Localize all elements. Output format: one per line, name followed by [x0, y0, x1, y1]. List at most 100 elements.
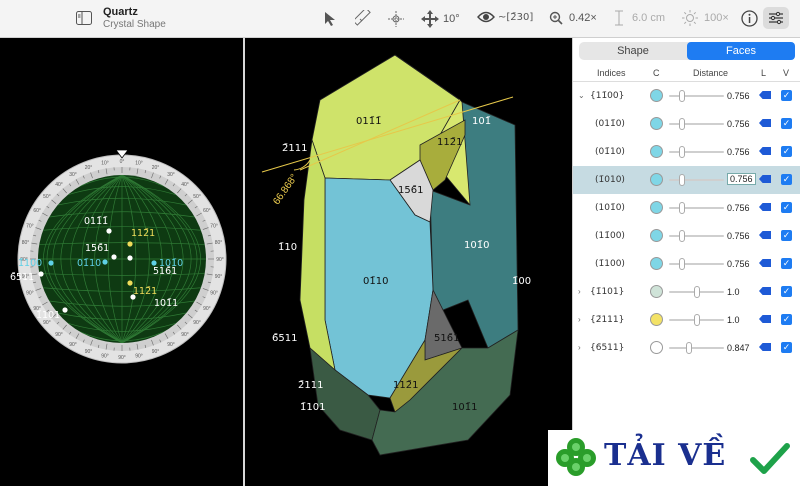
inspector-toggle-icon[interactable]	[763, 7, 789, 29]
distance-value[interactable]: 0.756	[727, 147, 750, 157]
distance-slider-knob[interactable]	[694, 286, 700, 298]
label-tag-icon[interactable]	[759, 175, 771, 183]
visible-checkbox[interactable]: ✓	[781, 314, 792, 325]
zoom-control[interactable]: 0.42×	[549, 11, 597, 25]
face-row[interactable]: › {1̄101} 1.0 ✓	[573, 278, 800, 306]
tab-shape[interactable]: Shape	[579, 42, 687, 60]
ruler-icon[interactable]	[355, 10, 371, 26]
distance-value[interactable]: 0.756	[727, 231, 750, 241]
distance-slider-knob[interactable]	[679, 118, 685, 130]
face-color-swatch[interactable]	[650, 145, 663, 158]
label-tag-icon[interactable]	[759, 119, 771, 127]
distance-slider-knob[interactable]	[694, 314, 700, 326]
distance-value[interactable]: 0.756	[727, 91, 750, 101]
distance-value[interactable]: 1.0	[727, 287, 740, 297]
pole-point[interactable]	[38, 271, 44, 277]
distance-value[interactable]: 0.756	[727, 119, 750, 129]
pole-point[interactable]	[127, 255, 133, 261]
visible-checkbox[interactable]: ✓	[781, 90, 792, 101]
pole-point[interactable]	[102, 259, 108, 265]
pole-point[interactable]	[151, 260, 157, 266]
face-color-swatch[interactable]	[650, 341, 663, 354]
label-tag-icon[interactable]	[759, 147, 771, 155]
distance-value[interactable]: 1.0	[727, 315, 740, 325]
face-row[interactable]: (01̄10) 0.756 ✓	[573, 138, 800, 166]
face-color-swatch[interactable]	[650, 285, 663, 298]
face-color-swatch[interactable]	[650, 89, 663, 102]
label-tag-icon[interactable]	[759, 91, 771, 99]
distance-slider[interactable]	[669, 235, 724, 237]
distance-slider[interactable]	[669, 179, 724, 181]
face-row[interactable]: (1̄100) 0.756 ✓	[573, 250, 800, 278]
view-direction-control[interactable]: ~[2̄30]	[477, 10, 533, 24]
label-tag-icon[interactable]	[759, 343, 771, 351]
distance-slider[interactable]	[669, 347, 724, 349]
crystal-render[interactable]: 66.868° 011̄1̄ 101̄ 112̄1 156̄1 2̄111 1̄…	[245, 38, 572, 486]
crystal-viewport[interactable]: 66.868° 011̄1̄ 101̄ 112̄1 156̄1 2̄111 1̄…	[245, 38, 572, 486]
crosshair-icon[interactable]	[388, 11, 404, 27]
distance-slider[interactable]	[669, 151, 724, 153]
distance-slider-knob[interactable]	[679, 258, 685, 270]
face-row[interactable]: (11̄00) 0.756 ✓	[573, 222, 800, 250]
visible-checkbox[interactable]: ✓	[781, 258, 792, 269]
face-row[interactable]: (101̄0) 0.756 ✓	[573, 194, 800, 222]
face-row[interactable]: › {2̄111} 1.0 ✓	[573, 306, 800, 334]
distance-slider-knob[interactable]	[686, 342, 692, 354]
label-tag-icon[interactable]	[759, 315, 771, 323]
distance-slider-knob[interactable]	[679, 202, 685, 214]
face-row[interactable]: (011̄0) 0.756 ✓	[573, 110, 800, 138]
visible-checkbox[interactable]: ✓	[781, 286, 792, 297]
pole-point[interactable]	[62, 307, 68, 313]
col-visible[interactable]: V	[783, 68, 789, 78]
info-icon[interactable]	[741, 10, 758, 27]
face-row[interactable]: › {6̄511} 0.847 ✓	[573, 334, 800, 362]
chevron-right-icon[interactable]: ›	[578, 315, 581, 324]
face-color-swatch[interactable]	[650, 173, 663, 186]
col-indices[interactable]: Indices	[597, 68, 626, 78]
pole-point[interactable]	[106, 228, 112, 234]
pole-point[interactable]	[48, 260, 54, 266]
pole-point[interactable]	[127, 280, 133, 286]
distance-slider[interactable]	[669, 207, 724, 209]
face-color-swatch[interactable]	[650, 201, 663, 214]
tab-faces[interactable]: Faces	[687, 42, 795, 60]
distance-slider-knob[interactable]	[679, 146, 685, 158]
label-tag-icon[interactable]	[759, 259, 771, 267]
distance-slider-knob[interactable]	[679, 90, 685, 102]
chevron-down-icon[interactable]: ⌄	[578, 91, 585, 100]
stereographic-projection[interactable]: 0° 10° 20° 30° 40° 50° 60° 70° 80° 90° 90° 90° 90° 90…	[0, 38, 243, 486]
sidebar-toggle-icon[interactable]	[76, 11, 92, 25]
distance-value[interactable]: 0.756	[727, 203, 750, 213]
col-distance[interactable]: Distance	[693, 68, 728, 78]
rotate-control[interactable]: 10°	[421, 10, 460, 28]
visible-checkbox[interactable]: ✓	[781, 174, 792, 185]
visible-checkbox[interactable]: ✓	[781, 230, 792, 241]
col-label[interactable]: L	[761, 68, 766, 78]
face-row[interactable]: ⌄ {11̄00} 0.756 ✓	[573, 82, 800, 110]
visible-checkbox[interactable]: ✓	[781, 202, 792, 213]
pole-point[interactable]	[111, 254, 117, 260]
face-row[interactable]: (1̄010) 0.756 ✓	[573, 166, 800, 194]
brightness-control[interactable]: 100×	[682, 10, 729, 26]
chevron-right-icon[interactable]: ›	[578, 343, 581, 352]
length-control[interactable]: 6.0 cm	[614, 10, 665, 26]
distance-value[interactable]: 0.756	[727, 259, 750, 269]
distance-slider[interactable]	[669, 95, 724, 97]
visible-checkbox[interactable]: ✓	[781, 146, 792, 157]
chevron-right-icon[interactable]: ›	[578, 287, 581, 296]
label-tag-icon[interactable]	[759, 203, 771, 211]
face-color-swatch[interactable]	[650, 257, 663, 270]
visible-checkbox[interactable]: ✓	[781, 342, 792, 353]
distance-value[interactable]: 0.756	[727, 173, 756, 185]
distance-slider[interactable]	[669, 263, 724, 265]
pointer-icon[interactable]	[324, 11, 338, 27]
distance-slider-knob[interactable]	[679, 230, 685, 242]
distance-value[interactable]: 0.847	[727, 343, 750, 353]
col-color[interactable]: C	[653, 68, 660, 78]
visible-checkbox[interactable]: ✓	[781, 118, 792, 129]
face-color-swatch[interactable]	[650, 117, 663, 130]
distance-slider[interactable]	[669, 123, 724, 125]
label-tag-icon[interactable]	[759, 231, 771, 239]
face-color-swatch[interactable]	[650, 229, 663, 242]
label-tag-icon[interactable]	[759, 287, 771, 295]
